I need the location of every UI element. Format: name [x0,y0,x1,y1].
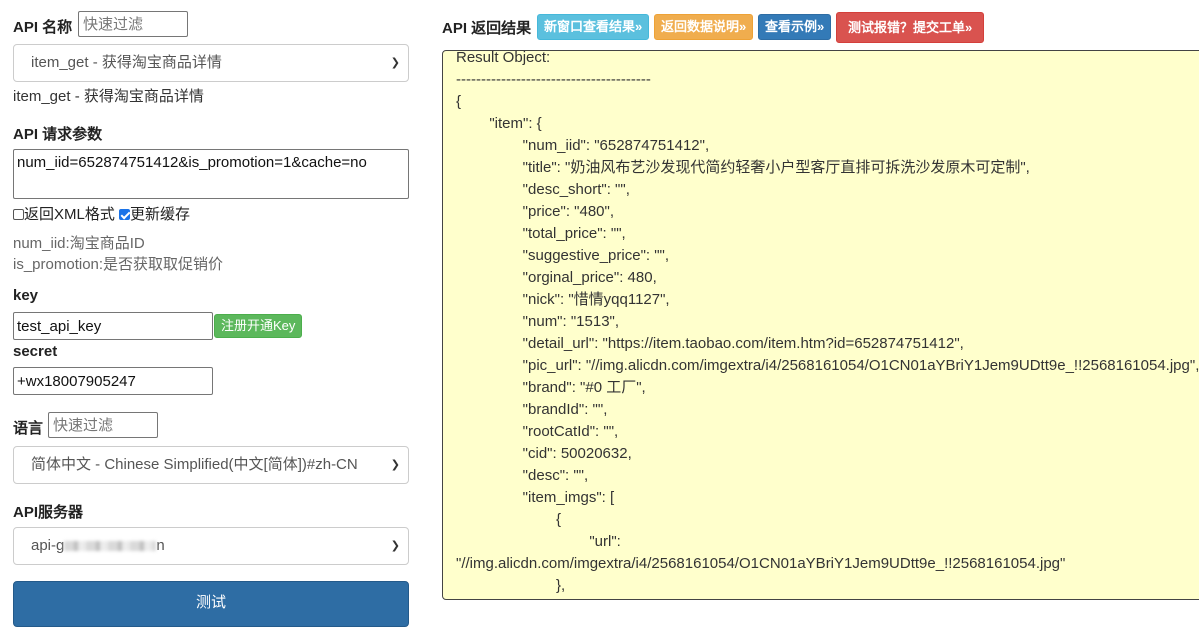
result-line: "detail_url": "https://item.taobao.com/i… [456,335,964,352]
language-filter-input[interactable] [48,412,158,438]
params-label: API 请求参数 [13,126,103,143]
key-label: key [13,287,39,304]
result-line: }, [456,577,566,594]
result-line: "brand": "#0 工厂", [456,379,646,396]
result-line: "desc": "", [456,467,589,484]
result-content: Result Object: --------------------------… [456,50,1199,597]
result-line: Result Object: [456,50,551,66]
result-panel[interactable]: Result Object: --------------------------… [442,50,1199,600]
xml-checkbox[interactable] [13,209,24,220]
language-select-value: 简体中文 - Chinese Simplified(中文[简体])#zh-CN [31,456,358,473]
xml-checkbox-label: 返回XML格式 [24,206,115,223]
result-line: "brandId": "", [456,401,608,418]
open-result-new-window-button[interactable]: 新窗口查看结果» [537,14,650,40]
result-line: "nick": "惜情yqq1127", [456,291,670,308]
secret-input[interactable] [13,367,213,395]
register-key-button[interactable]: 注册开通Key [214,314,303,338]
api-filter-input[interactable] [78,11,188,37]
server-label: API服务器 [13,504,84,521]
secret-label: secret [13,343,58,360]
api-select[interactable]: item_get - 获得淘宝商品详情 ❯ [13,44,409,82]
result-line: "suggestive_price": "", [456,247,670,264]
server-select[interactable]: api-g n ❯ [13,527,409,565]
server-select-suffix: n [156,537,165,554]
test-button[interactable]: 测试 [13,581,409,627]
api-description: item_get - 获得淘宝商品详情 [13,88,204,105]
language-select[interactable]: 简体中文 - Chinese Simplified(中文[简体])#zh-CN … [13,446,409,484]
result-label: API 返回结果 [442,20,532,37]
params-textarea[interactable]: num_iid=652874751412&is_promotion=1&cach… [13,149,409,199]
result-line: { [456,93,462,110]
result-line: "//img.alicdn.com/imgextra/i4/2568161054… [456,555,1066,572]
api-name-label: API 名称 [13,19,73,36]
result-line: { [456,511,562,528]
server-select-redacted [64,541,157,552]
result-line: "num": "1513", [456,313,620,330]
language-label: 语言 [13,420,44,437]
result-line: "url": [456,533,621,550]
chevron-down-icon: ❯ [390,459,400,471]
response-doc-button[interactable]: 返回数据说明» [654,14,754,40]
report-error-button[interactable]: 测试报错？提交工单» [836,12,985,43]
xml-checkbox-row[interactable]: 返回XML格式 更新缓存 [13,203,190,224]
result-line: "num_iid": "652874751412", [456,137,710,154]
key-input[interactable] [13,312,213,340]
result-line: --------------------------------------- [456,71,651,88]
api-select-value: item_get - 获得淘宝商品详情 [31,54,222,71]
result-line: "cid": 50020632, [456,445,632,462]
result-line: "item_imgs": [ [456,489,615,506]
result-line: "item": { [456,115,542,132]
param-help-promotion: is_promotion:是否获取取促销价 [13,256,224,273]
chevron-down-icon: ❯ [390,540,400,552]
result-line: "title": "奶油风布艺沙发现代简约轻奢小户型客厅直排可拆洗沙发原木可定制… [456,159,1030,176]
chevron-down-icon: ❯ [390,57,400,69]
result-line: "price": "480", [456,203,615,220]
param-help-num-iid: num_iid:淘宝商品ID [13,235,145,252]
server-select-prefix: api-g [31,537,65,554]
cache-checkbox[interactable] [119,209,131,220]
view-example-button[interactable]: 查看示例» [758,14,832,40]
result-line: "pic_url": "//img.alicdn.com/imgextra/i4… [456,357,1199,374]
result-line: "rootCatId": "", [456,423,619,440]
cache-checkbox-label: 更新缓存 [130,206,191,223]
result-line: "total_price": "", [456,225,626,242]
result-line: "desc_short": "", [456,181,630,198]
result-line: "orginal_price": 480, [456,269,657,286]
